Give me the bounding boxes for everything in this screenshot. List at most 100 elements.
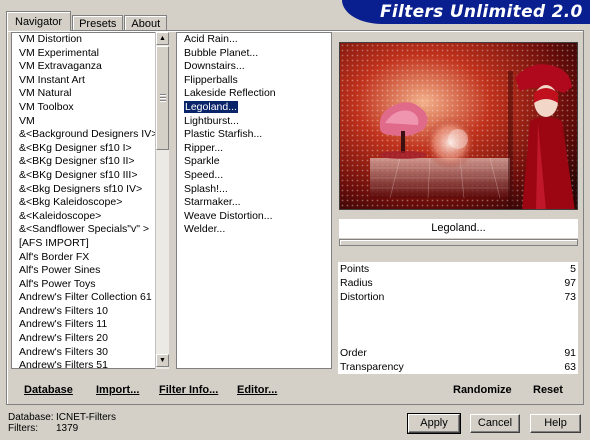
category-item[interactable]: Andrew's Filters 51 — [12, 359, 168, 368]
scroll-down-arrow-icon[interactable]: ▼ — [156, 354, 169, 367]
filter-item-label: Bubble Planet... — [184, 46, 259, 59]
category-item[interactable]: Alf's Power Sines — [12, 264, 168, 278]
filter-item[interactable]: Sparkle — [177, 155, 331, 169]
category-item[interactable]: &<Kaleidoscope> — [12, 210, 168, 224]
parameter-name: Radius — [340, 277, 373, 289]
category-item[interactable]: &<BKg Designer sf10 II> — [12, 155, 168, 169]
parameter-row[interactable]: Transparency 63 — [338, 360, 578, 374]
filter-item-label: Starmaker... — [184, 196, 241, 209]
category-item[interactable]: Andrew's Filters 11 — [12, 318, 168, 332]
filter-item[interactable]: Acid Rain... — [177, 33, 331, 47]
parameter-value: 97 — [564, 277, 576, 289]
filter-item[interactable]: Bubble Planet... — [177, 47, 331, 61]
category-item[interactable]: &<Background Designers IV> — [12, 128, 168, 142]
randomize-button[interactable]: Randomize — [453, 384, 512, 396]
category-scrollbar[interactable]: ▲ ▼ — [155, 32, 169, 369]
filter-item-label: Ripper... — [184, 141, 224, 154]
filter-item[interactable]: Downstairs... — [177, 60, 331, 74]
parameter-value: 91 — [564, 347, 576, 359]
parameter-row[interactable] — [338, 332, 578, 346]
filter-item-label: Lakeside Reflection — [184, 87, 276, 100]
parameter-name: Transparency — [340, 361, 404, 373]
filter-item-label: Acid Rain... — [184, 33, 238, 45]
filter-item[interactable]: Plastic Starfish... — [177, 128, 331, 142]
filter-item-label: Legoland... — [184, 100, 238, 113]
status-area: Database: ICNET-Filters Filters: 1379 — [8, 412, 116, 434]
category-item[interactable]: &<Bkg Kaleidoscope> — [12, 196, 168, 210]
parameter-list: Points 5 Radius 97 Distortion 73 Order 91 Transp… — [338, 262, 578, 374]
import-button[interactable]: Import... — [96, 384, 139, 396]
apply-button[interactable]: Apply — [407, 413, 461, 434]
filters-count: 1379 — [56, 423, 79, 434]
category-item[interactable]: VM Toolbox — [12, 101, 168, 115]
filter-list[interactable]: Acid Rain... Bubble Planet... Downstairs..… — [176, 32, 332, 369]
reset-button[interactable]: Reset — [533, 384, 563, 396]
category-item[interactable]: VM — [12, 115, 168, 129]
filter-info-button[interactable]: Filter Info... — [159, 384, 218, 396]
filter-item-label: Sparkle — [184, 155, 220, 168]
database-button[interactable]: Database — [24, 384, 73, 396]
tab-presets[interactable]: Presets — [72, 15, 124, 31]
parameter-value: 73 — [564, 291, 576, 303]
editor-button[interactable]: Editor... — [237, 384, 277, 396]
category-item[interactable]: VM Natural — [12, 87, 168, 101]
category-item[interactable]: [AFS IMPORT] — [12, 237, 168, 251]
filter-item[interactable]: Flipperballs — [177, 74, 331, 88]
filter-item[interactable]: Welder... — [177, 223, 331, 237]
category-item[interactable]: VM Experimental — [12, 47, 168, 61]
category-item[interactable]: Andrew's Filter Collection 61 — [12, 291, 168, 305]
parameter-row[interactable] — [338, 318, 578, 332]
filter-item[interactable]: Speed... — [177, 169, 331, 183]
parameter-value: 63 — [564, 361, 576, 373]
category-item[interactable]: VM Distortion — [12, 33, 168, 47]
category-item[interactable]: Alf's Border FX — [12, 251, 168, 265]
filter-item[interactable]: Lakeside Reflection — [177, 87, 331, 101]
parameter-row[interactable] — [338, 304, 578, 318]
tab-about[interactable]: About — [124, 15, 168, 31]
category-item[interactable]: VM Extravaganza — [12, 60, 168, 74]
filter-item-label: Splash!... — [184, 182, 228, 195]
preview-progress-bar — [339, 239, 578, 246]
category-item[interactable]: &<Sandflower Specials"v" > — [12, 223, 168, 237]
filter-item-label: Welder... — [184, 223, 226, 236]
parameter-row[interactable]: Radius 97 — [338, 276, 578, 290]
filter-item[interactable]: Ripper... — [177, 142, 331, 156]
category-item[interactable]: Andrew's Filters 30 — [12, 346, 168, 360]
filter-item[interactable]: Lightburst... — [177, 115, 331, 129]
database-value: ICNET-Filters — [56, 412, 116, 423]
filter-item-label: Speed... — [184, 168, 224, 181]
preview-artwork — [340, 43, 577, 209]
parameter-value: 5 — [570, 263, 576, 275]
scroll-up-arrow-icon[interactable]: ▲ — [156, 32, 169, 45]
database-label: Database: — [8, 412, 54, 423]
tab-navigator[interactable]: Navigator — [6, 11, 72, 31]
filter-item-label: Weave Distortion... — [184, 209, 273, 222]
tab-bar: Navigator Presets About — [6, 11, 168, 31]
parameter-row[interactable]: Distortion 73 — [338, 290, 578, 304]
category-item[interactable]: Andrew's Filters 20 — [12, 332, 168, 346]
parameter-name: Distortion — [340, 291, 385, 303]
help-button[interactable]: Help — [530, 414, 581, 433]
filter-item[interactable]: Starmaker... — [177, 196, 331, 210]
category-item[interactable]: Alf's Power Toys — [12, 278, 168, 292]
filter-item[interactable]: Weave Distortion... — [177, 210, 331, 224]
category-item[interactable]: &<BKg Designer sf10 III> — [12, 169, 168, 183]
cancel-button[interactable]: Cancel — [470, 414, 520, 433]
category-item[interactable]: &<BKg Designer sf10 I> — [12, 142, 168, 156]
filter-item-label: Downstairs... — [184, 60, 245, 73]
parameter-row[interactable]: Points 5 — [338, 262, 578, 276]
filters-label: Filters: — [8, 423, 38, 434]
category-item[interactable]: Andrew's Filters 10 — [12, 305, 168, 319]
category-item[interactable]: VM Instant Art — [12, 74, 168, 88]
preview-image — [339, 42, 578, 210]
filter-item-label: Plastic Starfish... — [184, 128, 263, 141]
parameter-name: Points — [340, 263, 370, 275]
filter-item[interactable]: Splash!... — [177, 183, 331, 197]
category-item[interactable]: &<Bkg Designers sf10 IV> — [12, 183, 168, 197]
parameter-row[interactable]: Order 91 — [338, 346, 578, 360]
filter-item-label: Lightburst... — [184, 114, 239, 127]
filter-item[interactable]: Legoland... — [177, 100, 331, 115]
scroll-thumb[interactable] — [156, 46, 169, 150]
category-list[interactable]: VM Distortion VM Experimental VM Extravaga… — [11, 32, 169, 369]
parameter-name: Order — [340, 347, 367, 359]
